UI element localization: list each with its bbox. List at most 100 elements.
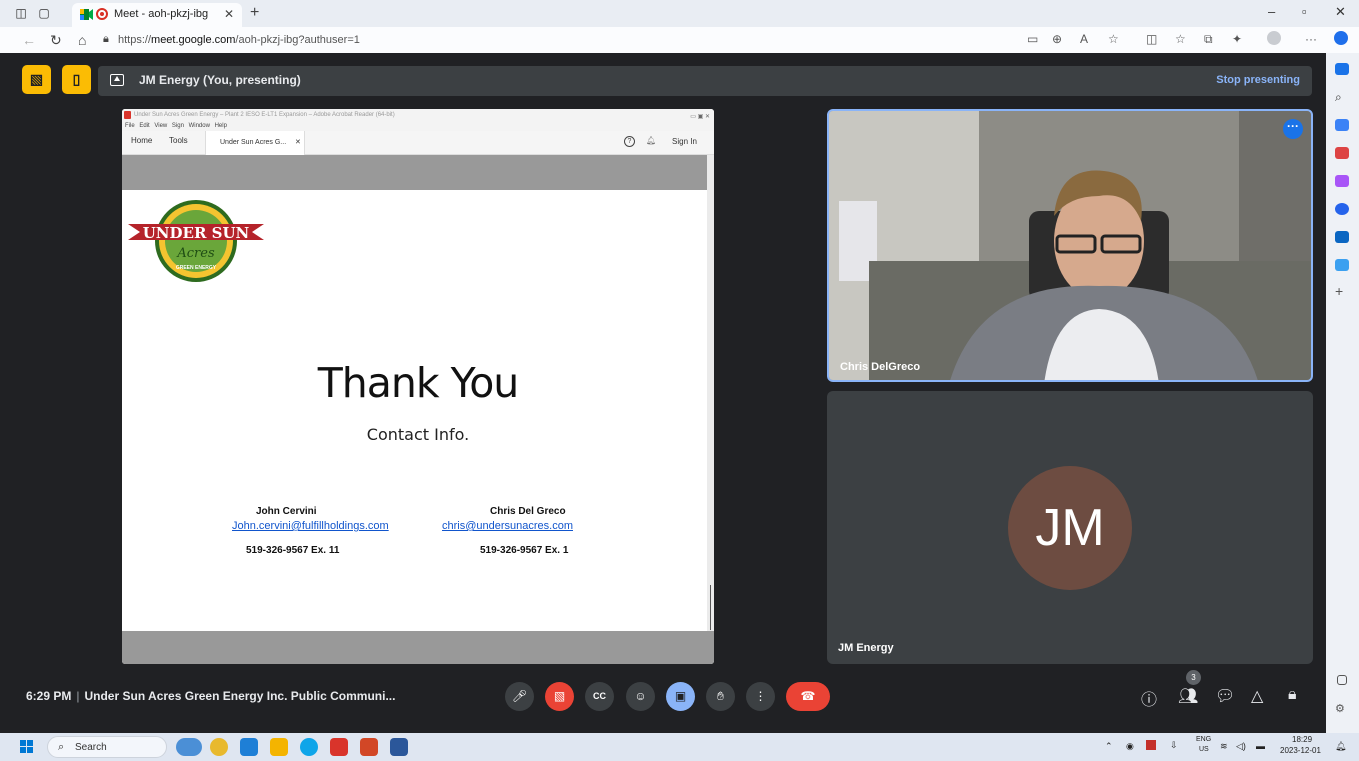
hide-presentation-button[interactable]: ▧ — [22, 65, 51, 94]
meet-area: ▧ ▯ JM Energy (You, presenting) Stop pre… — [0, 53, 1326, 733]
widgets-icon[interactable] — [176, 738, 202, 756]
divider: | — [76, 689, 80, 703]
bell-icon[interactable]: 🔔︎ — [646, 136, 656, 145]
camera-off-button[interactable]: ▧ — [545, 682, 574, 711]
acrobat-menu-bar[interactable]: File Edit View Sign Window Help — [122, 121, 714, 131]
wifi-icon[interactable]: ≋ — [1220, 741, 1228, 752]
back-icon[interactable]: ← — [22, 32, 36, 48]
stop-presenting-button[interactable]: Stop presenting — [1216, 74, 1300, 86]
contact-email-link[interactable]: John.cervini@fulfillholdings.com — [232, 520, 389, 532]
more-options-button[interactable]: ⋮ — [746, 682, 775, 711]
favorite-star-icon[interactable]: ☆ — [1108, 32, 1119, 46]
help-icon[interactable]: ? — [624, 136, 635, 147]
emoji-reactions-button[interactable]: ☺ — [626, 682, 655, 711]
video-tile-chris[interactable]: ··· Chris DelGreco — [827, 109, 1313, 382]
collections-icon[interactable]: ⧉ — [1204, 32, 1213, 47]
host-controls-icon[interactable]: 🔒︎ — [1288, 686, 1297, 704]
favorites-icon[interactable]: ☆ — [1175, 32, 1186, 46]
profile-avatar-icon[interactable] — [1267, 31, 1281, 45]
recording-icon — [96, 8, 108, 20]
under-sun-acres-logo: UNDER SUN Acres GREEN ENERGY — [128, 200, 264, 282]
shopping-icon[interactable] — [1335, 147, 1349, 159]
sign-in-link[interactable]: Sign In — [672, 137, 697, 146]
microphone-button[interactable]: 🎤︎ — [505, 682, 534, 711]
present-now-button[interactable]: ▣ — [666, 682, 695, 711]
language-code[interactable]: ENG — [1196, 736, 1211, 743]
tab-document[interactable]: Under Sun Acres G... ✕ — [205, 131, 305, 155]
taskbar-search-box[interactable]: ⌕ Search — [47, 736, 167, 758]
file-explorer-icon[interactable] — [270, 738, 288, 756]
windows-start-icon[interactable] — [20, 740, 34, 754]
restore-icon[interactable]: ▫ — [1302, 4, 1307, 19]
close-window-icon[interactable]: ✕ — [1335, 4, 1346, 20]
workspaces-icon[interactable]: ◫ — [14, 6, 28, 20]
address-bar[interactable]: https://meet.google.com/aoh-pkzj-ibg?aut… — [118, 30, 1018, 50]
close-doc-tab-icon[interactable]: ✕ — [295, 138, 301, 146]
more-options-icon[interactable]: ··· — [1283, 119, 1303, 139]
battery-icon[interactable]: ▬ — [1256, 741, 1265, 751]
browser-toolbar: ← ↻ ⌂ 🔒︎ https://meet.google.com/aoh-pkz… — [0, 27, 1359, 53]
tray-chevron-icon[interactable]: ⌃ — [1105, 741, 1113, 752]
copilot-icon[interactable] — [1334, 31, 1348, 45]
end-call-button[interactable]: ☎︎ — [786, 682, 830, 711]
outlook-icon[interactable] — [1335, 231, 1349, 243]
new-tab-icon[interactable]: + — [250, 4, 259, 22]
tab-home[interactable]: Home — [131, 136, 152, 145]
hide-sidebar-icon[interactable] — [1337, 675, 1347, 685]
acrobat-app-icon[interactable] — [330, 738, 348, 756]
video-tile-jm-energy[interactable]: JM JM Energy — [827, 391, 1313, 664]
zoom-icon[interactable]: ⊕ — [1052, 32, 1062, 46]
search-icon[interactable]: ⌕ — [1335, 91, 1349, 103]
clock-date[interactable]: 2023-12-01 — [1280, 746, 1321, 755]
lock-icon: 🔒︎ — [103, 33, 109, 45]
acrobat-tab-bar: Home Tools Under Sun Acres G... ✕ ? 🔔︎ S… — [122, 131, 714, 155]
meeting-info: 6:29 PM | Under Sun Acres Green Energy Inc… — [26, 689, 395, 703]
close-tab-icon[interactable]: ✕ — [224, 7, 234, 21]
meeting-time: 6:29 PM — [26, 689, 72, 703]
word-icon[interactable] — [390, 738, 408, 756]
tray-usb-icon[interactable]: ⇩ — [1170, 740, 1178, 751]
captions-button[interactable]: CC — [585, 682, 614, 711]
panel-toggle-button[interactable]: ▯ — [62, 65, 91, 94]
notification-center-icon[interactable]: 🔔︎ — [1335, 741, 1346, 752]
more-menu-icon[interactable]: ··· — [1305, 32, 1317, 46]
chrome-icon[interactable] — [210, 738, 228, 756]
tray-app-icon[interactable]: ◉ — [1126, 741, 1134, 752]
app-available-icon[interactable]: ▭ — [1027, 32, 1038, 46]
refresh-icon[interactable]: ↻ — [50, 32, 62, 49]
add-sidebar-app-icon[interactable]: + — [1335, 284, 1349, 298]
viewer-gray-top — [122, 155, 707, 190]
games-icon[interactable] — [1335, 175, 1349, 187]
outlook-app-icon[interactable] — [240, 738, 258, 756]
minimize-icon[interactable]: – — [1268, 4, 1275, 19]
drop-icon[interactable] — [1335, 259, 1349, 271]
meeting-details-icon[interactable]: ⓘ — [1141, 686, 1157, 710]
powerpoint-icon[interactable] — [360, 738, 378, 756]
people-icon[interactable]: 👥︎ — [1178, 686, 1198, 706]
home-icon[interactable]: ⌂ — [78, 32, 86, 48]
contact-email-link[interactable]: chris@undersunacres.com — [442, 520, 573, 532]
scrollbar-thumb[interactable] — [710, 585, 711, 630]
browser-tab-meet[interactable]: Meet - aoh-pkzj-ibg ✕ — [72, 3, 242, 27]
raise-hand-button[interactable]: ✋︎ — [706, 682, 735, 711]
tag-icon[interactable] — [1335, 119, 1349, 131]
tray-app-icon[interactable] — [1146, 740, 1156, 750]
contact-phone: 519-326-9567 Ex. 11 — [246, 545, 340, 556]
split-screen-icon[interactable]: ◫ — [1146, 32, 1157, 46]
extensions-icon[interactable]: ✦ — [1232, 32, 1242, 46]
edge-icon[interactable] — [300, 738, 318, 756]
participant-name: Chris DelGreco — [840, 361, 921, 373]
language-region[interactable]: US — [1199, 746, 1209, 753]
chat-icon[interactable]: 💬︎ — [1215, 686, 1235, 706]
notifications-icon[interactable] — [1335, 63, 1349, 75]
tab-actions-icon[interactable]: ▢ — [37, 6, 51, 20]
volume-icon[interactable]: ◁) — [1236, 741, 1246, 752]
contact-name: John Cervini — [256, 506, 317, 517]
clock-time[interactable]: 18:29 — [1292, 735, 1312, 744]
microsoft-365-icon[interactable] — [1335, 203, 1349, 215]
sidebar-settings-icon[interactable]: ⚙ — [1335, 703, 1349, 715]
activities-icon[interactable]: △ — [1251, 686, 1263, 706]
read-aloud-icon[interactable]: A — [1080, 32, 1088, 46]
url-path: /aoh-pkzj-ibg?authuser=1 — [235, 34, 360, 46]
tab-tools[interactable]: Tools — [169, 136, 188, 145]
